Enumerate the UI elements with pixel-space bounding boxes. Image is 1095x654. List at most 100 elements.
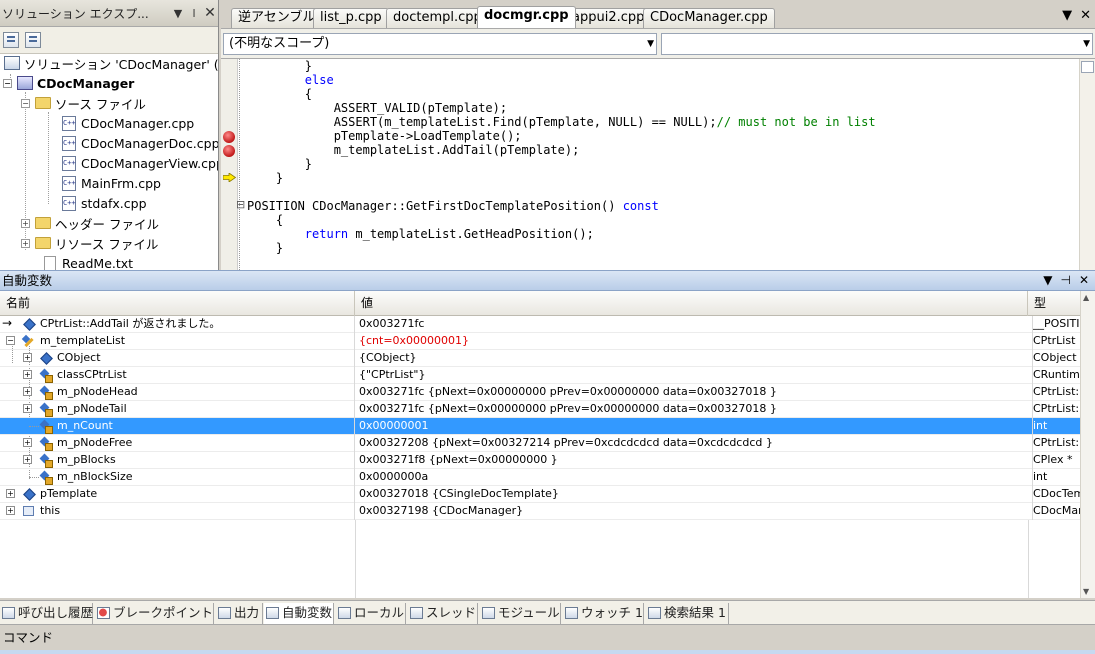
tab-find-results-1[interactable]: 検索結果 1 (646, 603, 729, 624)
solution-icon (4, 56, 20, 70)
tab-list-p[interactable]: list_p.cpp (313, 8, 389, 28)
tree-folder-header[interactable]: + ヘッダー ファイル (21, 213, 159, 233)
expand-toggle[interactable]: + (6, 489, 15, 498)
tree-solution[interactable]: ソリューション 'CDocManager' (1 (4, 53, 218, 73)
value-cell[interactable]: 0x00327018 {CSingleDocTemplate} (359, 486, 1029, 503)
tab-watch-1[interactable]: ウォッチ 1 (563, 603, 644, 624)
collapse-toggle[interactable]: − (3, 78, 12, 88)
table-row[interactable]: CPtrList::AddTail が返されました。 0x003271fc __… (0, 316, 1080, 333)
tree-project[interactable]: − CDocManager (3, 73, 134, 93)
breakpoint-icon (97, 607, 110, 619)
tree-folder-resource[interactable]: + リソース ファイル (21, 233, 158, 253)
value-cell[interactable]: {CObject} (359, 350, 1029, 367)
tab-doctempl[interactable]: doctempl.cpp (386, 8, 489, 28)
table-row[interactable]: + m_pBlocks 0x003271f8 {pNext=0x00000000… (0, 452, 1080, 469)
expand-toggle[interactable]: + (23, 353, 32, 362)
object-icon (23, 506, 34, 516)
breakpoint-icon[interactable] (223, 131, 235, 143)
table-row[interactable]: m_nBlockSize 0x0000000a int (0, 469, 1080, 486)
table-row[interactable]: + CObject {CObject} CObject (0, 350, 1080, 367)
code-line: } (247, 241, 284, 255)
tab-breakpoints[interactable]: ブレークポイント (95, 603, 214, 624)
table-row[interactable]: + classCPtrList {"CPtrList"} CRuntime (0, 367, 1080, 384)
tree-folder-source[interactable]: − ソース ファイル (21, 93, 146, 113)
window-menu-icon[interactable]: ▼ (1043, 271, 1052, 290)
autos-scrollbar[interactable]: ▲ ▼ (1080, 291, 1095, 598)
show-all-files-icon[interactable] (25, 32, 41, 48)
tab-call-stack[interactable]: 呼び出し履歴 (0, 603, 93, 624)
tab-locals[interactable]: ローカル (336, 603, 406, 624)
tree-file-readme[interactable]: ReadMe.txt (44, 253, 133, 270)
tab-appui2[interactable]: appui2.cpp (565, 8, 652, 28)
pin-icon[interactable]: ⅼ (186, 7, 202, 20)
table-row[interactable]: − m_templateList {cnt=0x00000001} CPtrLi… (0, 333, 1080, 350)
code-line: } (247, 157, 313, 171)
table-row[interactable]: + m_pNodeFree 0x00327208 {pNext=0x003272… (0, 435, 1080, 452)
collapse-toggle[interactable]: − (6, 336, 15, 345)
member-dropdown[interactable]: ▼ (661, 33, 1093, 55)
scroll-down-icon[interactable]: ▼ (1083, 587, 1089, 596)
tab-autos[interactable]: 自動変数 (264, 603, 334, 624)
expand-toggle[interactable]: + (23, 438, 32, 447)
tab-list-icon[interactable]: ▼ (1062, 8, 1072, 23)
column-value[interactable]: 値 (355, 291, 1028, 316)
expand-toggle[interactable]: + (6, 506, 15, 515)
expand-toggle[interactable]: + (23, 404, 32, 413)
tree-file[interactable]: C++ CDocManagerDoc.cpp (62, 133, 218, 153)
value-cell[interactable]: 0x0000000a (359, 469, 1029, 486)
column-name[interactable]: 名前 (0, 291, 355, 316)
value-cell[interactable]: 0x00327198 {CDocManager} (359, 503, 1029, 520)
tab-docmgr[interactable]: docmgr.cpp (477, 6, 576, 28)
scroll-up-icon[interactable]: ▲ (1083, 293, 1089, 302)
scroll-thumb[interactable] (1081, 61, 1094, 73)
expand-toggle[interactable]: + (23, 370, 32, 379)
table-row[interactable]: + m_pNodeTail 0x003271fc {pNext=0x000000… (0, 401, 1080, 418)
properties-icon[interactable] (3, 32, 19, 48)
value-cell[interactable]: 0x003271fc {pNext=0x00000000 pPrev=0x000… (359, 401, 1029, 418)
code-text[interactable]: } else { ASSERT_VALID(pTemplate); ASSERT… (247, 59, 876, 255)
column-type[interactable]: 型 (1028, 291, 1080, 316)
value-cell[interactable]: 0x003271fc (359, 316, 1029, 333)
var-name: m_templateList (40, 334, 126, 347)
expand-toggle[interactable]: + (23, 387, 32, 396)
tree-file[interactable]: C++ CDocManagerView.cpp (62, 153, 218, 173)
breakpoint-icon[interactable] (223, 145, 235, 157)
window-menu-icon[interactable]: ▼ (170, 7, 186, 20)
code-text-span: POSITION CDocManager::GetFirstDocTemplat… (247, 199, 623, 213)
command-window-bar[interactable]: コマンド (0, 626, 1095, 650)
var-name: m_nCount (57, 419, 113, 432)
tab-cdocmanager[interactable]: CDocManager.cpp (643, 8, 775, 28)
editor-scrollbar[interactable] (1079, 59, 1095, 270)
expand-toggle[interactable]: + (23, 455, 32, 464)
tab-disassembly[interactable]: 逆アセンブル (231, 8, 323, 28)
close-icon[interactable]: ✕ (1079, 271, 1089, 290)
value-cell[interactable]: 0x003271fc {pNext=0x00000000 pPrev=0x000… (359, 384, 1029, 401)
tab-threads[interactable]: スレッド (408, 603, 478, 624)
value-cell[interactable]: 0x00000001 (359, 418, 1029, 435)
collapse-toggle[interactable]: − (21, 98, 30, 108)
value-cell[interactable]: {"CPtrList"} (359, 367, 1029, 384)
tab-modules[interactable]: モジュール (480, 603, 561, 624)
collapse-outline-icon[interactable]: ⊟ (236, 198, 245, 211)
tree-file[interactable]: C++ CDocManager.cpp (62, 113, 194, 133)
expand-toggle[interactable]: + (21, 238, 30, 248)
breakpoint-gutter[interactable] (221, 59, 238, 270)
scope-dropdown[interactable]: (不明なスコープ) ▼ (223, 33, 657, 55)
code-editor[interactable]: ⊟ } else { ASSERT_VALID(pTemplate); ASSE… (221, 59, 1095, 270)
expand-toggle[interactable]: + (21, 218, 30, 228)
folder-icon (35, 217, 51, 229)
tab-output[interactable]: 出力 (216, 603, 263, 624)
value-cell[interactable]: 0x003271f8 {pNext=0x00000000 } (359, 452, 1029, 469)
close-document-icon[interactable]: ✕ (1080, 8, 1091, 23)
pin-icon[interactable]: ⊣ (1060, 271, 1070, 290)
tree-file[interactable]: C++ MainFrm.cpp (62, 173, 161, 193)
close-icon[interactable]: ✕ (202, 5, 218, 21)
name-cell: m_nCount (0, 418, 355, 435)
value-cell[interactable]: 0x00327208 {pNext=0x00327214 pPrev=0xcdc… (359, 435, 1029, 452)
table-row-selected[interactable]: m_nCount 0x00000001 int (0, 418, 1080, 435)
tree-file[interactable]: C++ stdafx.cpp (62, 193, 147, 213)
table-row[interactable]: + this 0x00327198 {CDocManager} CDocMan (0, 503, 1080, 520)
value-cell[interactable]: {cnt=0x00000001} (359, 333, 1029, 350)
table-row[interactable]: + m_pNodeHead 0x003271fc {pNext=0x000000… (0, 384, 1080, 401)
table-row[interactable]: + pTemplate 0x00327018 {CSingleDocTempla… (0, 486, 1080, 503)
